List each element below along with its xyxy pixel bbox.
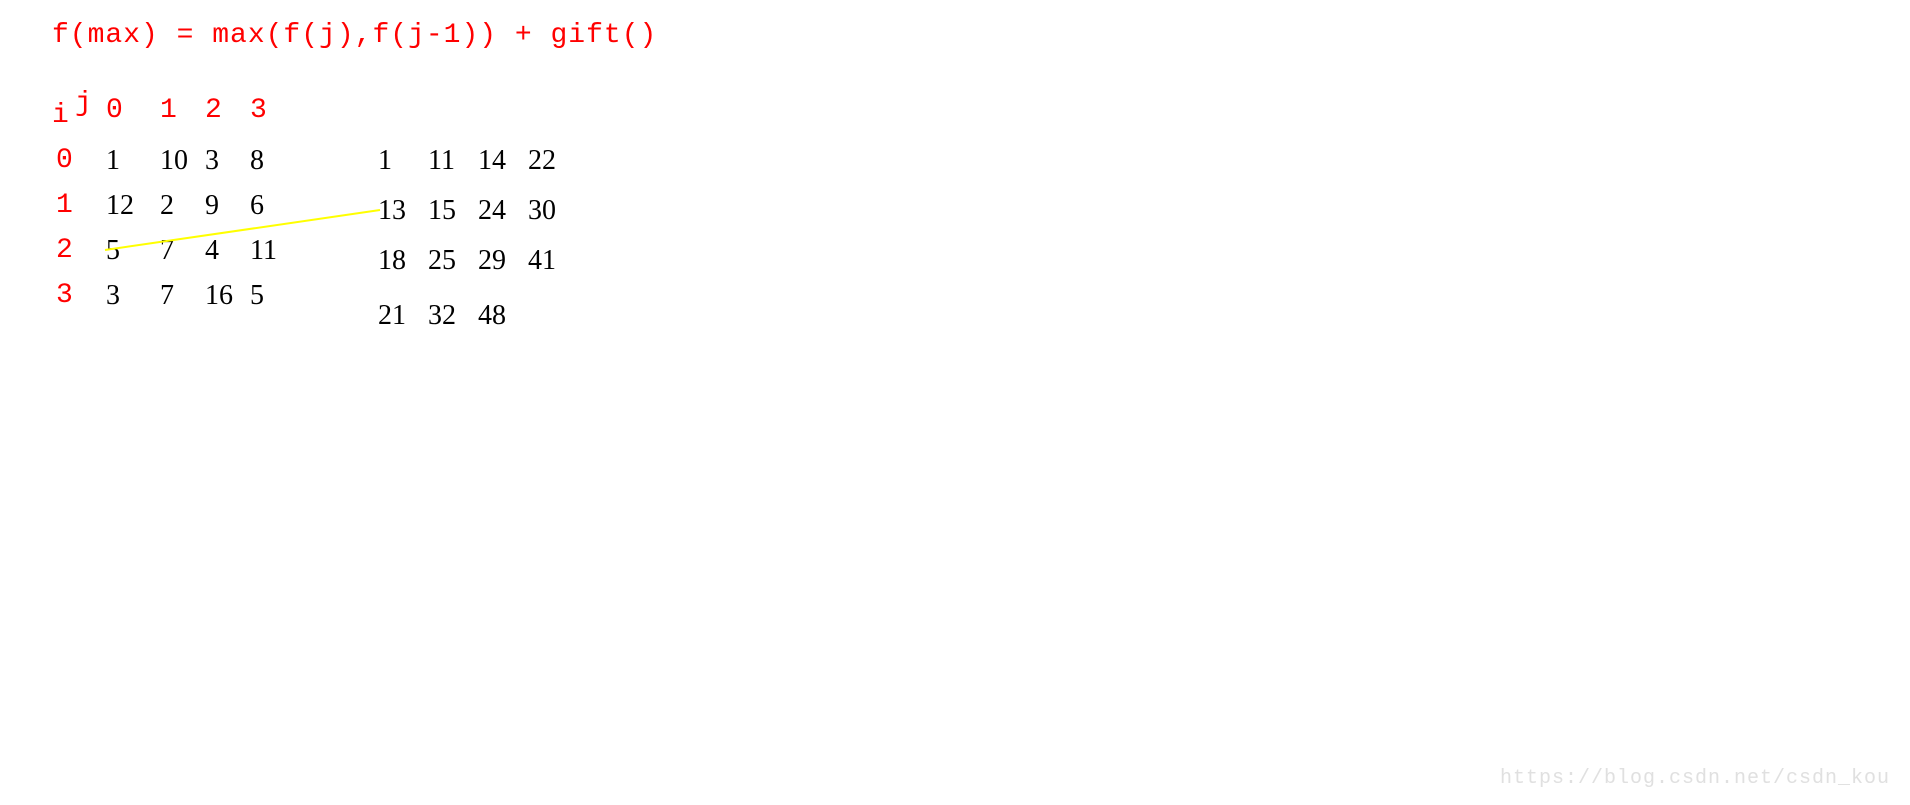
left-cell: 9 — [205, 190, 219, 222]
i-header-1: 1 — [56, 190, 73, 221]
left-cell: 8 — [250, 145, 264, 177]
right-cell: 24 — [478, 195, 506, 227]
right-cell: 15 — [428, 195, 456, 227]
j-header-1: 1 — [160, 95, 177, 126]
right-cell: 14 — [478, 145, 506, 177]
right-cell: 32 — [428, 300, 456, 332]
right-cell: 1 — [378, 145, 392, 177]
right-cell: 21 — [378, 300, 406, 332]
left-cell: 7 — [160, 235, 174, 267]
watermark-text: https://blog.csdn.net/csdn_kou — [1500, 767, 1890, 790]
left-cell: 7 — [160, 280, 174, 312]
right-cell: 22 — [528, 145, 556, 177]
left-cell: 12 — [106, 190, 134, 222]
left-cell: 16 — [205, 280, 233, 312]
i-header-0: 0 — [56, 145, 73, 176]
left-cell: 11 — [250, 235, 277, 267]
annotation-line — [0, 0, 1910, 805]
left-cell: 2 — [160, 190, 174, 222]
right-cell: 18 — [378, 245, 406, 277]
left-cell: 5 — [106, 235, 120, 267]
i-header-2: 2 — [56, 235, 73, 266]
axis-label-j: j — [75, 88, 92, 119]
left-cell: 3 — [205, 145, 219, 177]
i-header-3: 3 — [56, 280, 73, 311]
right-cell: 11 — [428, 145, 455, 177]
left-cell: 6 — [250, 190, 264, 222]
right-cell: 41 — [528, 245, 556, 277]
j-header-0: 0 — [106, 95, 123, 126]
right-cell: 29 — [478, 245, 506, 277]
right-cell: 25 — [428, 245, 456, 277]
axis-label-i: i — [52, 100, 69, 131]
right-cell: 30 — [528, 195, 556, 227]
left-cell: 1 — [106, 145, 120, 177]
j-header-3: 3 — [250, 95, 267, 126]
j-header-2: 2 — [205, 95, 222, 126]
left-cell: 4 — [205, 235, 219, 267]
left-cell: 10 — [160, 145, 188, 177]
formula-text: f(max) = max(f(j),f(j-1)) + gift() — [52, 20, 657, 51]
right-cell: 13 — [378, 195, 406, 227]
left-cell: 5 — [250, 280, 264, 312]
right-cell: 48 — [478, 300, 506, 332]
left-cell: 3 — [106, 280, 120, 312]
